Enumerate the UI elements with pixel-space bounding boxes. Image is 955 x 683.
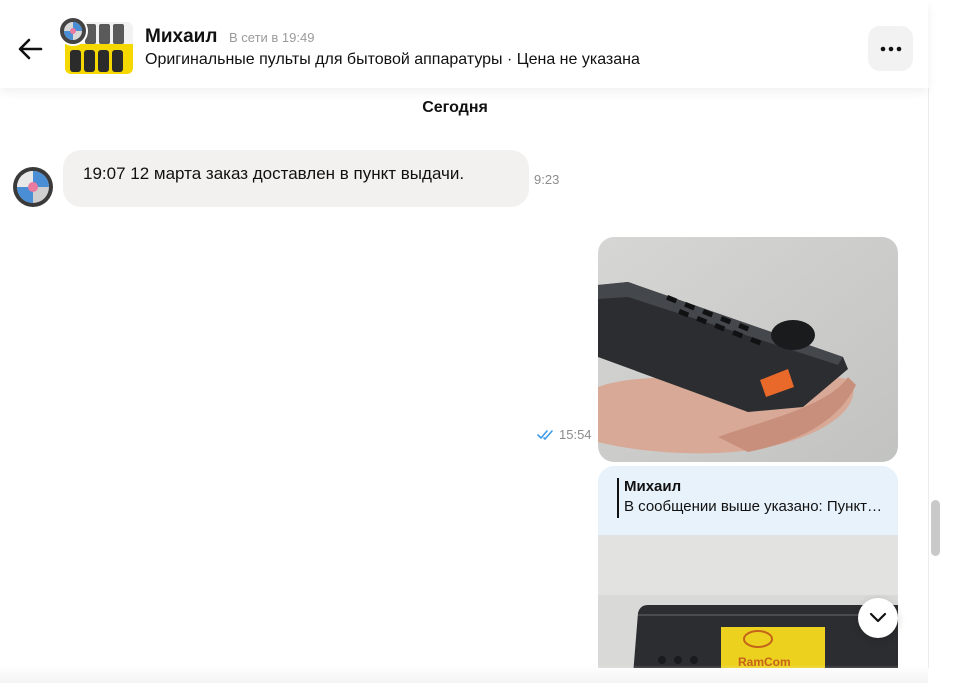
scrollbar-track[interactable] [928, 88, 943, 668]
message-time: 15:54 [559, 427, 592, 442]
bottom-edge [0, 665, 928, 683]
scroll-to-bottom-button[interactable] [858, 598, 898, 638]
quoted-message[interactable]: Михаил В сообщении выше указано: Пункт в… [617, 478, 886, 518]
arrow-left-icon [18, 38, 43, 60]
contact-avatar[interactable] [13, 167, 53, 207]
quote-author: Михаил [624, 478, 682, 495]
date-separator: Сегодня [422, 99, 488, 116]
remote-photo [598, 237, 898, 462]
outgoing-time-row: 15:54 [537, 427, 592, 442]
outgoing-photo-message[interactable] [598, 237, 898, 462]
reply-photo[interactable]: RamCom [598, 535, 898, 668]
chevron-down-icon [869, 612, 887, 623]
back-button[interactable] [14, 32, 48, 66]
chat-header: Михаил В сети в 19:49 Оригинальные пульт… [0, 0, 928, 88]
quote-text: В сообщении выше указано: Пункт выдачи [624, 498, 886, 515]
double-check-icon [537, 429, 553, 440]
contact-avatar-small [58, 16, 88, 46]
scrollbar-thumb[interactable] [931, 500, 940, 556]
outgoing-reply-message[interactable]: Михаил В сообщении выше указано: Пункт в… [598, 466, 898, 668]
remote-closeup-photo: RamCom [598, 535, 898, 668]
incoming-message-bubble[interactable]: 19:07 12 марта заказ доставлен в пункт в… [63, 150, 529, 207]
online-status: В сети в 19:49 [229, 30, 315, 45]
message-time: 9:23 [534, 172, 560, 187]
ellipsis-icon [880, 46, 901, 51]
ad-title[interactable]: Оригинальные пульты для бытовой аппарату… [145, 51, 640, 69]
message-text: 19:07 12 марта заказ доставлен в пункт в… [83, 164, 465, 183]
contact-name[interactable]: Михаил [145, 26, 217, 48]
more-options-button[interactable] [868, 26, 913, 71]
